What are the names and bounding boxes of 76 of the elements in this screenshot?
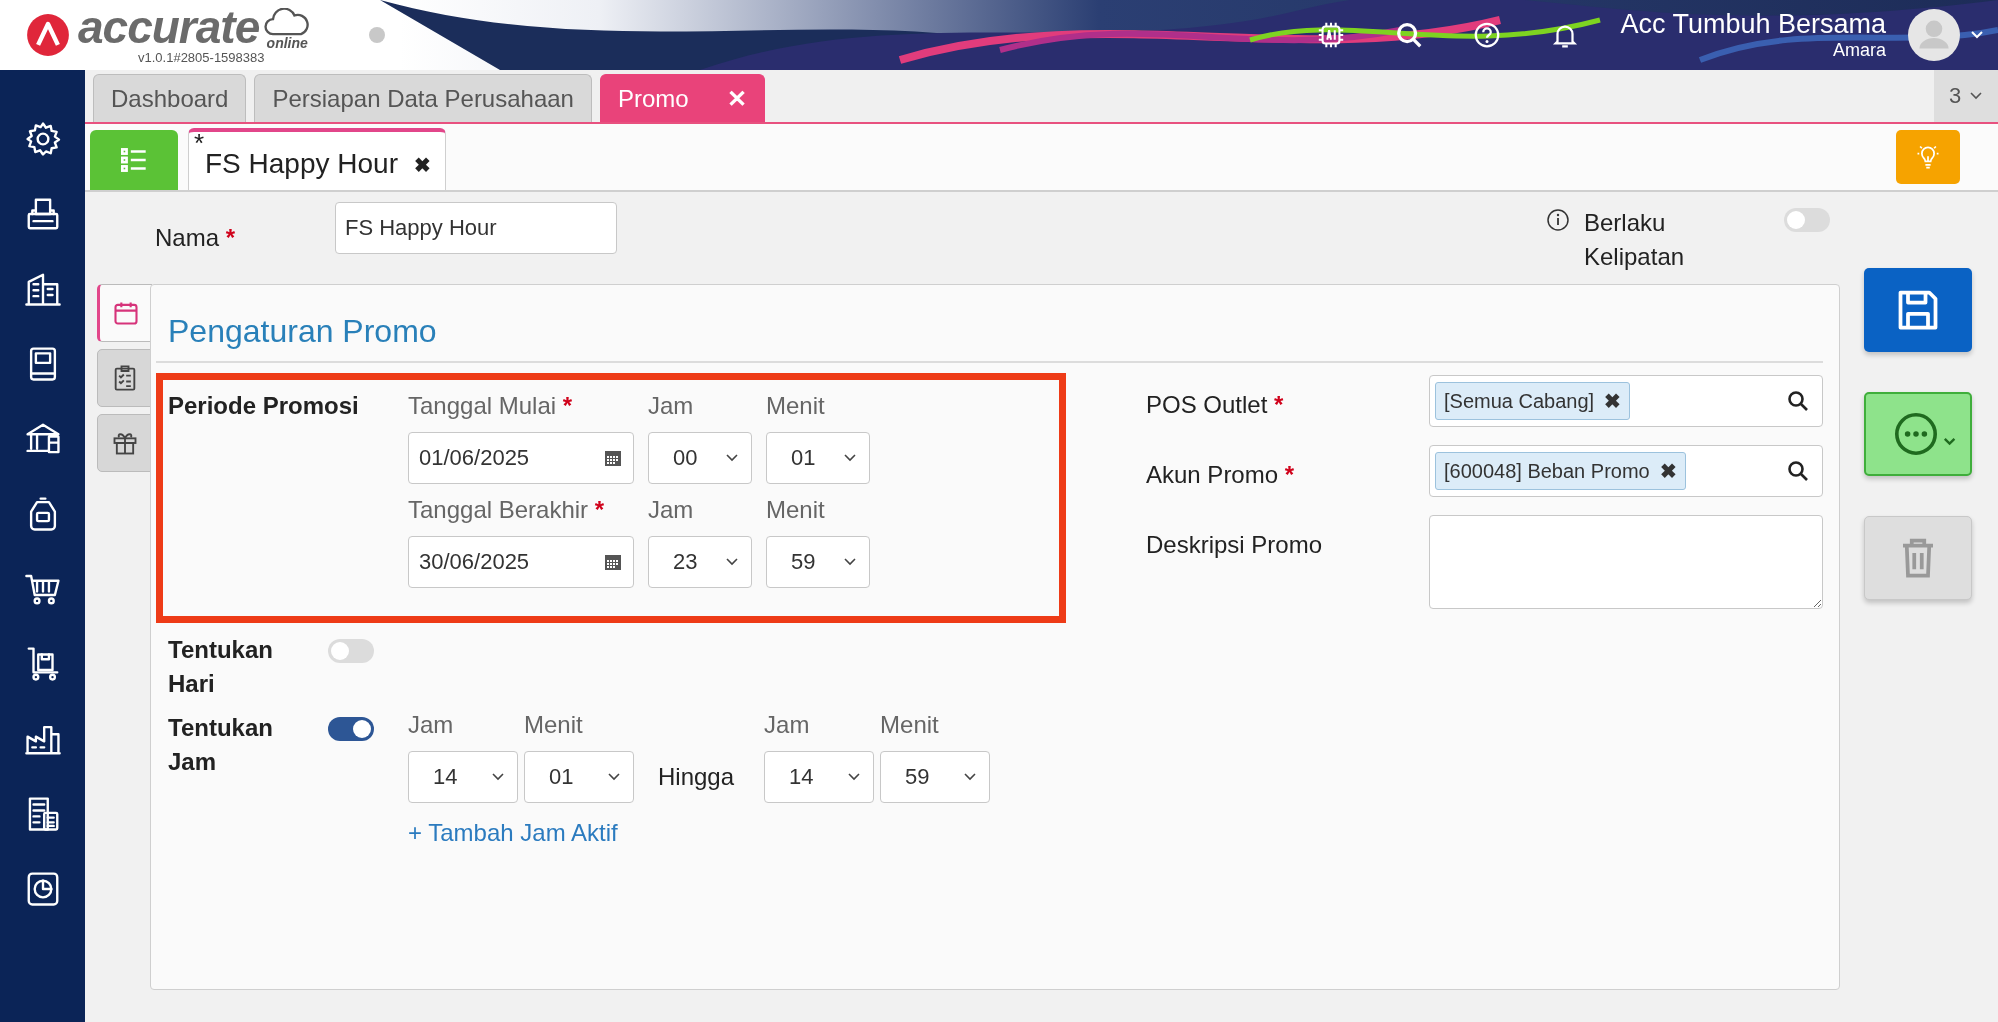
gift-tab[interactable] [97, 414, 152, 472]
field-label: Deskripsi Promo [1146, 530, 1324, 560]
field-label: Nama * [155, 224, 237, 252]
field-label: Berlaku Kelipatan [1584, 208, 1686, 272]
search-icon[interactable] [1786, 459, 1810, 483]
selected-tag: [600048] Beban Promo ✖ [1435, 452, 1686, 490]
toggle-switch[interactable] [328, 639, 374, 663]
chevron-down-icon [607, 772, 621, 782]
hour-select[interactable]: 23 [648, 536, 752, 588]
document-tab[interactable]: * FS Happy Hour ✖ [188, 128, 446, 190]
close-document-button[interactable]: ✖ [413, 153, 431, 177]
user-name: Amara [1833, 39, 1886, 61]
chevron-down-icon [725, 557, 739, 567]
hour-select[interactable]: 14 [408, 751, 518, 803]
hour-select[interactable]: 14 [764, 751, 875, 803]
toggle-switch[interactable] [328, 717, 374, 741]
field-label: Periode Promosi [168, 392, 360, 421]
field-label: Menit [766, 392, 826, 421]
remove-tag-button[interactable]: ✖ [1659, 459, 1677, 483]
cloud-icon [263, 8, 312, 36]
field-label: Tanggal Berakhir * [408, 496, 606, 525]
chevron-down-icon [843, 453, 857, 463]
field-label: Jam [648, 496, 695, 525]
calendar-tab[interactable] [97, 284, 152, 342]
field-label: POS Outlet * [1146, 390, 1285, 420]
save-button[interactable] [1864, 268, 1972, 352]
avatar-icon[interactable] [1908, 9, 1960, 61]
logo-wordmark: accurate [78, 4, 260, 50]
field-label: Menit [524, 711, 584, 740]
close-tab-button[interactable]: ✕ [726, 84, 747, 113]
minute-select[interactable]: 59 [766, 536, 870, 588]
name-input-field[interactable]: FS Happy Hour [335, 202, 617, 254]
lookup-field[interactable]: [600048] Beban Promo ✖ [1429, 445, 1823, 497]
logo-icon [26, 13, 70, 57]
chevron-down-icon [847, 772, 862, 782]
company-name: Acc Tumbuh Bersama [1620, 9, 1886, 39]
minute-select[interactable]: 01 [766, 432, 870, 484]
calendar-icon[interactable] [603, 448, 623, 468]
field-label: Menit [880, 711, 940, 740]
section-title: Pengaturan Promo [156, 285, 1823, 363]
toggle-switch[interactable] [1784, 208, 1830, 232]
chevron-down-icon[interactable] [1970, 30, 1984, 40]
document-tab-label: FS Happy Hour [205, 148, 398, 180]
tab-count-dropdown[interactable]: 3 [1934, 70, 1998, 122]
date-field[interactable]: 30/06/2025 [408, 536, 634, 588]
tab[interactable]: Dashboard [93, 74, 247, 122]
tab[interactable]: Promo ✕ [599, 74, 765, 122]
modified-mark: * [194, 130, 205, 156]
calendar-icon[interactable] [603, 552, 623, 572]
info-icon [1546, 208, 1570, 232]
search-icon[interactable] [1786, 389, 1810, 413]
field-label: Tanggal Mulai * [408, 392, 574, 421]
field-label: Akun Promo * [1146, 460, 1296, 490]
lookup-field[interactable]: [Semua Cabang] ✖ [1429, 375, 1823, 427]
field-label: Menit [766, 496, 826, 525]
range-separator: Hingga [657, 762, 736, 792]
add-active-hour-link[interactable]: + Tambah Jam Aktif [408, 819, 618, 847]
field-label: Jam [648, 392, 695, 421]
more-options-button[interactable] [1864, 392, 1972, 476]
logo-subtitle: online [266, 36, 308, 50]
date-field[interactable]: 01/06/2025 [408, 432, 634, 484]
tab[interactable]: Persiapan Data Perusahaan [254, 74, 592, 122]
chevron-down-icon [843, 557, 857, 567]
chevron-down-icon [963, 772, 978, 782]
chevron-down-icon [1969, 91, 1984, 101]
hour-select[interactable]: 00 [648, 432, 752, 484]
field-label: Jam [764, 711, 811, 740]
remove-tag-button[interactable]: ✖ [1604, 389, 1622, 413]
minute-select[interactable]: 59 [880, 751, 991, 803]
field-label: Jam [408, 711, 455, 740]
version-text: v1.0.1#2805-1598383 [137, 50, 266, 66]
chevron-down-icon [491, 772, 505, 782]
selected-tag: [Semua Cabang] ✖ [1435, 382, 1631, 420]
checklist-tab[interactable] [97, 349, 152, 407]
chevron-down-icon [725, 453, 739, 463]
minute-select[interactable]: 01 [524, 751, 634, 803]
